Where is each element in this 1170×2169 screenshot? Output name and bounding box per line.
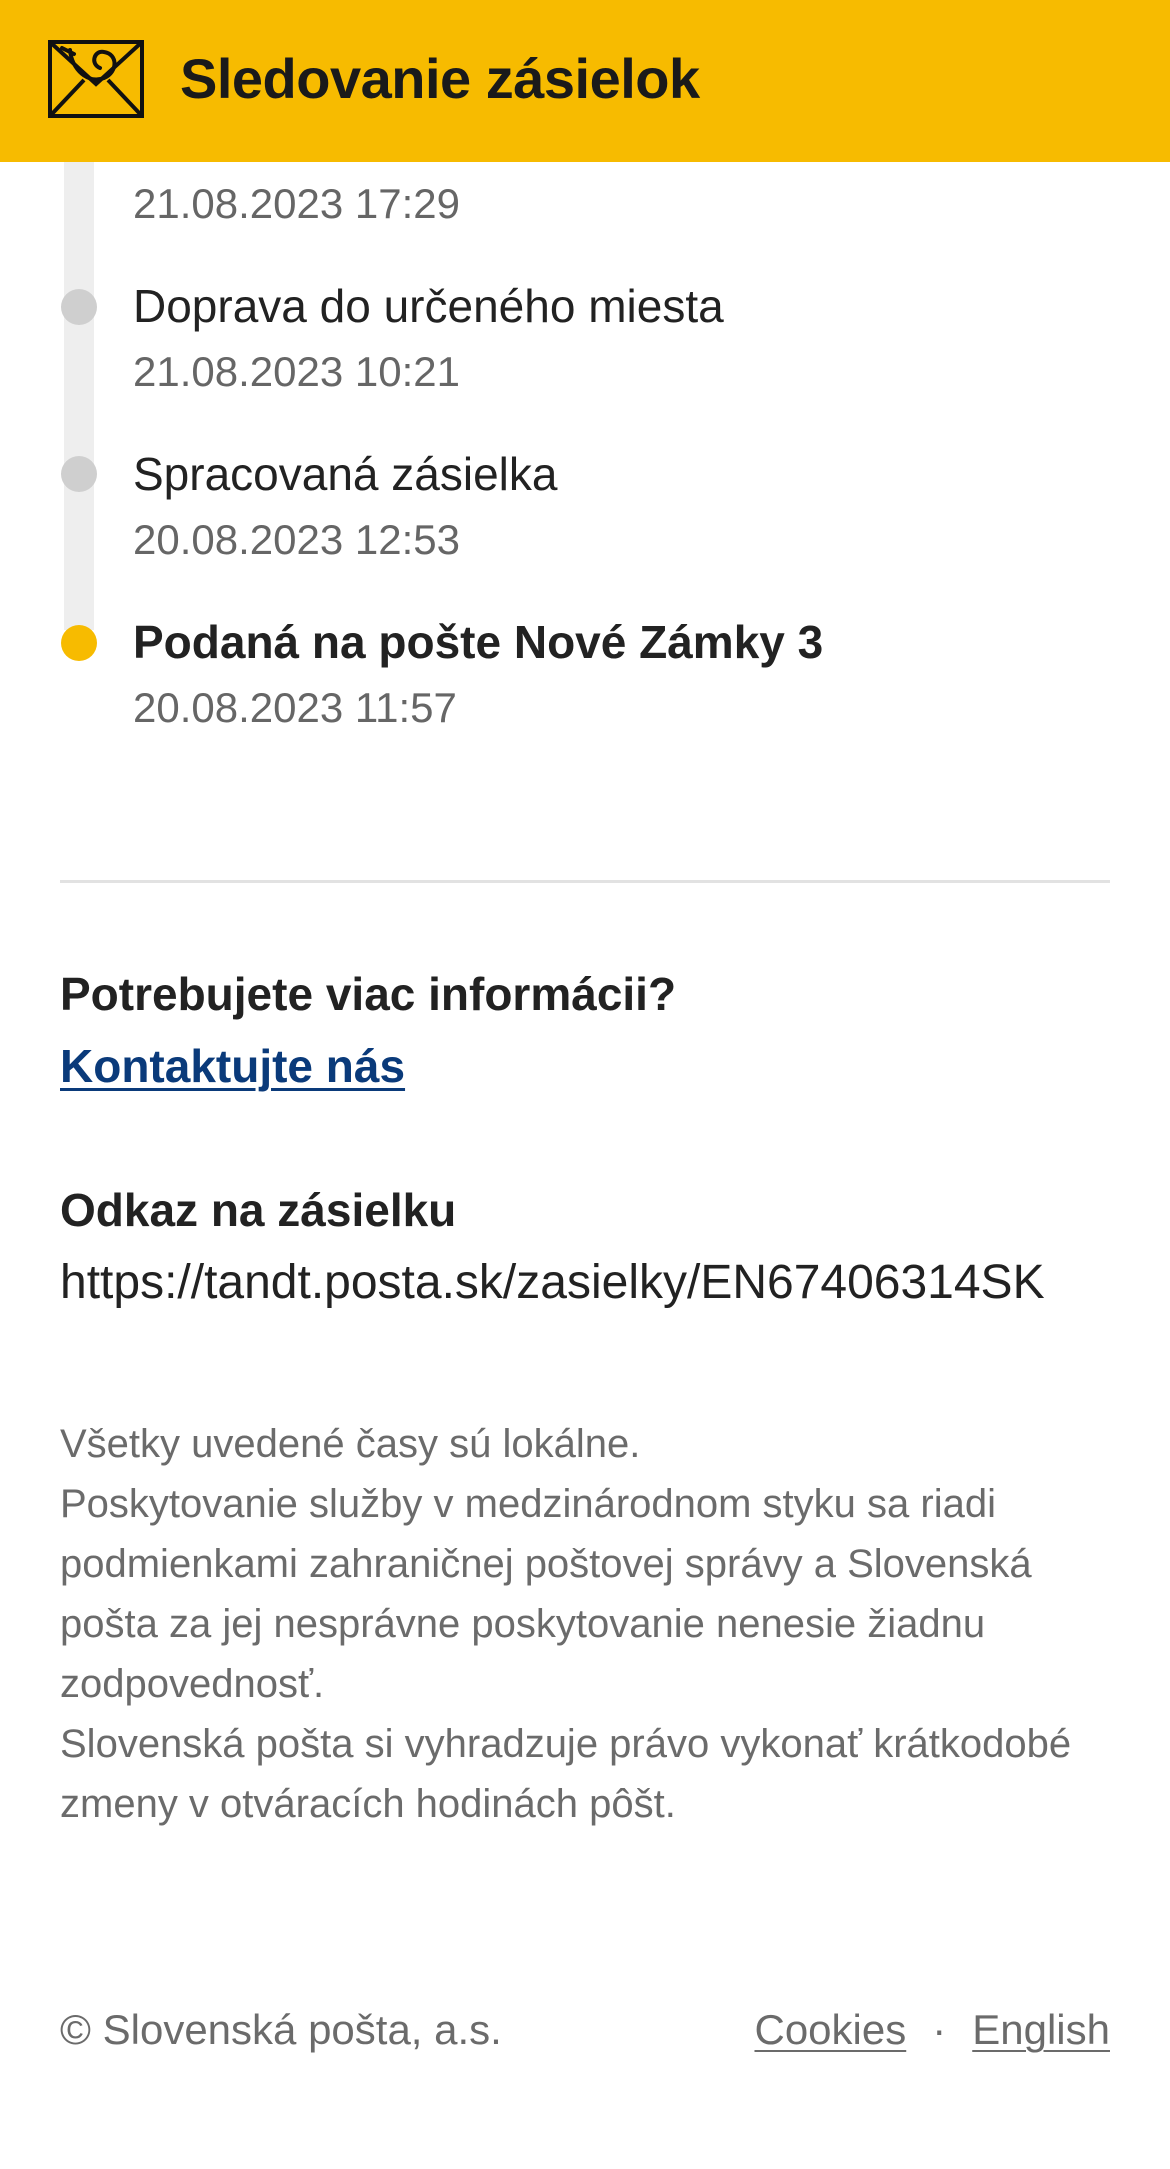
contact-us-link[interactable]: Kontaktujte nás (60, 1038, 405, 1094)
event-time: 20.08.2023 11:57 (133, 684, 457, 731)
shipment-link-heading: Odkaz na zásielku (60, 1184, 457, 1236)
language-switch-link[interactable]: English (972, 2004, 1110, 2056)
event-title: Doprava do určeného miesta (133, 280, 724, 332)
event-time: 21.08.2023 17:29 (133, 180, 460, 227)
page-title: Sledovanie zásielok (180, 47, 700, 110)
timeline-rail (64, 150, 94, 630)
app-header: Sledovanie zásielok (0, 0, 1170, 162)
event-time: 20.08.2023 12:53 (133, 516, 460, 563)
section-divider (60, 880, 1110, 883)
help-heading: Potrebujete viac informácii? (60, 968, 677, 1020)
event-title: Spracovaná zásielka (133, 448, 558, 500)
notice-international: Poskytovanie služby v medzinárodnom styk… (60, 1482, 1032, 1706)
footer-copyright: © Slovenská pošta, a.s. (60, 2006, 502, 2053)
tracking-page: Sledovanie zásielok 21.08.2023 17:29 Dop… (0, 0, 1170, 2169)
timeline-dot-active (61, 625, 97, 661)
footer-links: Cookies · English (754, 2004, 1110, 2056)
legal-notice: Všetky uvedené časy sú lokálne. Poskytov… (60, 1414, 1120, 1834)
timeline-dot (61, 289, 97, 325)
event-title: Podaná na pošte Nové Zámky 3 (133, 616, 824, 668)
notice-opening-hours: Slovenská pošta si vyhradzuje právo vyko… (60, 1722, 1072, 1826)
timeline-dot (61, 456, 97, 492)
event-time: 21.08.2023 10:21 (133, 348, 460, 395)
cookies-link[interactable]: Cookies (754, 2004, 906, 2056)
notice-local-times: Všetky uvedené časy sú lokálne. (60, 1422, 641, 1466)
footer-separator: · (932, 2006, 947, 2053)
posthorn-envelope-icon[interactable] (48, 40, 144, 118)
shipment-link-url: https://tandt.posta.sk/zasielky/EN674063… (60, 1256, 1045, 1309)
